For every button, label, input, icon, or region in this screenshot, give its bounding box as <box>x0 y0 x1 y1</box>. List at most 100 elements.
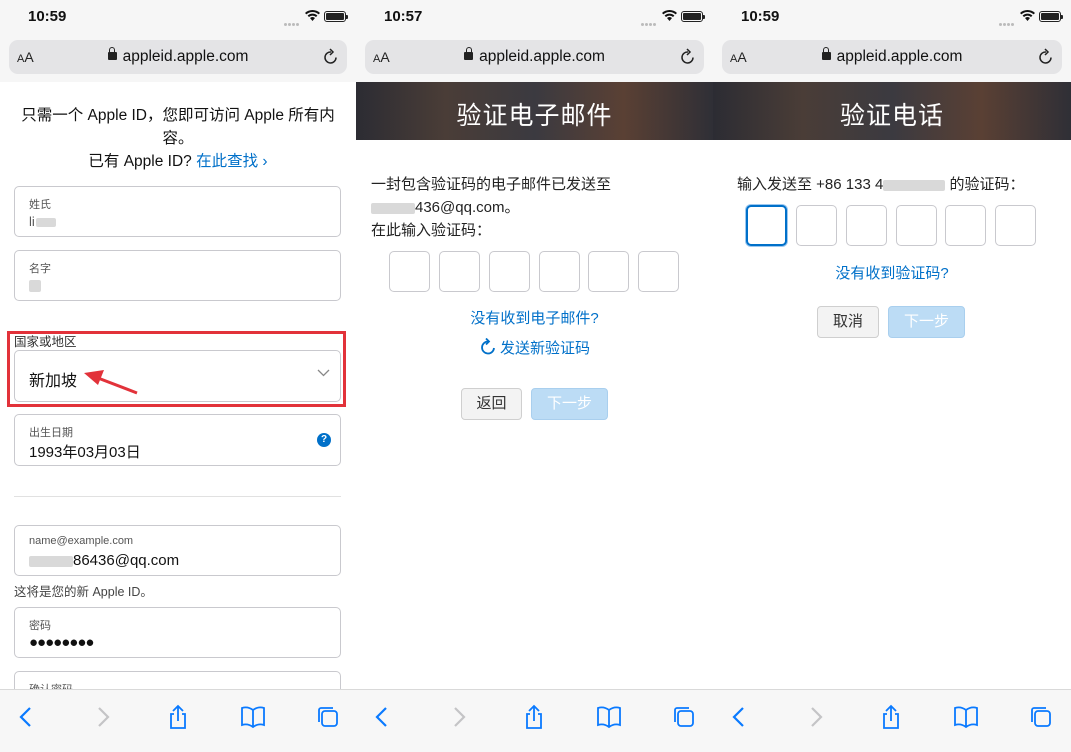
last-name-field[interactable]: 姓氏 li <box>14 186 341 237</box>
screen-verify-email: 10:57 AA appleid.apple.com 验证电子邮件 一封包含验证… <box>356 0 713 752</box>
sent-message: 一封包含验证码的电子邮件已发送至 436@qq.com。 在此输入验证码： <box>371 173 611 242</box>
reload-icon[interactable] <box>680 48 696 65</box>
reload-icon[interactable] <box>323 48 339 65</box>
status-bar: 10:59 <box>0 0 356 34</box>
have-id-text: 已有 Apple ID? <box>88 153 192 170</box>
status-time: 10:59 <box>28 8 67 25</box>
email-field[interactable]: name@example.com 86436@qq.com <box>14 525 341 576</box>
screen-verify-phone: 10:59 AA appleid.apple.com 验证电话 输入发送至 +8… <box>713 0 1071 752</box>
redaction <box>883 179 946 191</box>
sent-prefix: 输入发送至 +86 133 4 <box>737 176 884 193</box>
address-bar[interactable]: AA appleid.apple.com <box>365 40 704 74</box>
reload-icon[interactable] <box>1038 48 1054 65</box>
wifi-icon <box>1020 10 1035 21</box>
help-icon[interactable]: ? <box>317 433 331 447</box>
last-name-label: 姓氏 <box>29 199 51 211</box>
battery-icon <box>1039 11 1063 22</box>
page-banner: 验证电话 <box>713 82 1071 140</box>
battery-icon <box>681 11 705 22</box>
sent-suffix: 的验证码： <box>945 176 1025 193</box>
bookmarks-icon[interactable] <box>953 704 979 730</box>
page-title: 验证电话 <box>839 102 944 130</box>
code-digit-6[interactable] <box>995 205 1036 246</box>
tabs-icon[interactable] <box>315 704 341 730</box>
no-email-link[interactable]: 没有收到电子邮件? <box>356 307 713 328</box>
back-icon[interactable] <box>369 704 395 730</box>
email-value: 86436@qq.com <box>73 552 180 569</box>
resend-code-link[interactable]: 发送新验证码 <box>356 337 713 358</box>
code-digit-5[interactable] <box>945 205 986 246</box>
back-icon[interactable] <box>13 704 39 730</box>
signal-icon <box>999 13 1017 26</box>
intro-line2: 容。 <box>162 130 194 147</box>
first-name-field[interactable]: 名字 <box>14 250 341 301</box>
back-icon[interactable] <box>726 704 752 730</box>
sent-message: 输入发送至 +86 133 4 的验证码： <box>737 173 1025 196</box>
code-digit-1[interactable] <box>746 205 787 246</box>
signal-icon <box>284 13 302 26</box>
address-bar-area: AA appleid.apple.com <box>0 34 356 82</box>
status-bar: 10:59 <box>713 0 1071 34</box>
share-icon[interactable] <box>878 704 904 730</box>
arrow-icon <box>84 370 138 395</box>
code-digit-1[interactable] <box>389 251 430 292</box>
status-time: 10:57 <box>384 8 423 25</box>
back-button[interactable]: 返回 <box>461 388 522 420</box>
tabs-icon[interactable] <box>671 704 697 730</box>
next-button[interactable]: 下一步 <box>888 306 965 338</box>
password-label: 密码 <box>29 620 51 632</box>
code-digit-3[interactable] <box>489 251 530 292</box>
wifi-icon <box>305 10 320 21</box>
lock-icon <box>464 47 474 60</box>
find-id-link[interactable]: 在此查找 › <box>196 153 267 170</box>
divider <box>14 496 341 497</box>
screen-create-apple-id: 10:59 AA appleid.apple.com 只需一个 Apple ID… <box>0 0 356 752</box>
lock-icon <box>107 47 117 60</box>
cancel-button[interactable]: 取消 <box>817 306 879 338</box>
share-icon[interactable] <box>165 704 191 730</box>
password-field[interactable]: 密码 ●●●●●●●● <box>14 607 341 658</box>
safari-toolbar <box>713 689 1071 752</box>
forward-icon[interactable] <box>446 704 472 730</box>
code-digit-2[interactable] <box>796 205 837 246</box>
bookmarks-icon[interactable] <box>240 704 266 730</box>
birthdate-value: 1993年03月03日 <box>29 444 141 461</box>
safari-toolbar <box>0 689 356 752</box>
address-bar[interactable]: AA appleid.apple.com <box>9 40 347 74</box>
code-digit-2[interactable] <box>439 251 480 292</box>
code-digit-4[interactable] <box>539 251 580 292</box>
resend-code-text: 发送新验证码 <box>499 340 590 357</box>
code-digit-5[interactable] <box>588 251 629 292</box>
wifi-icon <box>662 10 677 21</box>
page-title: 验证电子邮件 <box>456 102 613 130</box>
next-button[interactable]: 下一步 <box>531 388 608 420</box>
forward-icon[interactable] <box>90 704 116 730</box>
battery-icon <box>324 11 348 22</box>
redaction <box>35 217 56 227</box>
address-bar[interactable]: AA appleid.apple.com <box>722 40 1062 74</box>
birthdate-field[interactable]: 出生日期 1993年03月03日 ? <box>14 414 341 466</box>
redaction <box>371 202 415 214</box>
birthdate-label: 出生日期 <box>29 427 73 439</box>
email-placeholder: name@example.com <box>29 535 134 547</box>
last-name-value-wrap: li <box>29 213 56 230</box>
status-bar: 10:57 <box>356 0 713 34</box>
redaction <box>29 555 73 567</box>
share-icon[interactable] <box>521 704 547 730</box>
lock-icon <box>821 47 831 60</box>
address-bar-area: AA appleid.apple.com <box>356 34 713 82</box>
first-name-value <box>29 277 41 294</box>
forward-icon[interactable] <box>803 704 829 730</box>
code-digit-3[interactable] <box>846 205 887 246</box>
signal-icon <box>641 13 659 26</box>
first-name-label: 名字 <box>29 263 51 275</box>
code-digit-4[interactable] <box>896 205 937 246</box>
url-text: appleid.apple.com <box>836 48 963 65</box>
code-digit-6[interactable] <box>638 251 679 292</box>
sent-line1: 一封包含验证码的电子邮件已发送至 <box>371 176 612 193</box>
email-value-wrap: 86436@qq.com <box>29 552 179 569</box>
tabs-icon[interactable] <box>1028 704 1054 730</box>
intro-text: 只需一个 Apple ID，您即可访问 Apple 所有内 容。 已有 Appl… <box>10 104 346 173</box>
no-code-link[interactable]: 没有收到验证码? <box>713 262 1071 283</box>
bookmarks-icon[interactable] <box>596 704 622 730</box>
